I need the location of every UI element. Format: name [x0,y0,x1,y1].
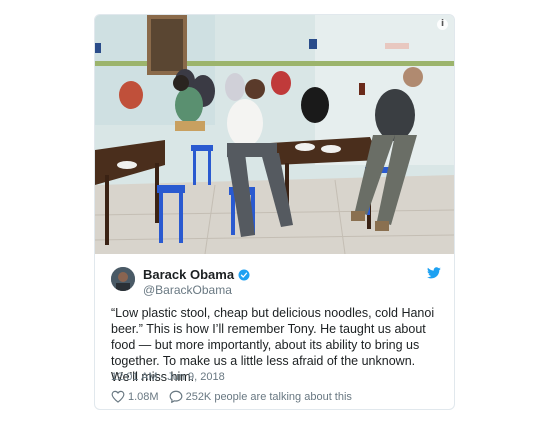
heart-icon [111,390,125,403]
tweet-header: Barack Obama @BarackObama [111,267,441,297]
author-name-row[interactable]: Barack Obama [143,267,250,282]
speech-bubble-icon [169,390,182,403]
twitter-bird-icon[interactable] [427,267,441,279]
tweet-actions: 1.08M 252K people are talking about this [111,390,362,403]
embedded-tweet-card[interactable]: i Barack Obama @BarackObama “Low plastic… [94,14,455,410]
talking-action[interactable]: 252K people are talking about this [169,390,352,403]
avatar[interactable] [111,267,135,291]
author-handle[interactable]: @BarackObama [143,283,232,297]
like-action[interactable]: 1.08M [111,390,159,403]
avatar-image [111,267,135,291]
restaurant-photo [95,15,454,254]
like-count: 1.08M [128,390,159,403]
verified-badge-icon [238,269,250,280]
info-icon[interactable]: i [437,19,448,30]
tweet-timestamp[interactable]: 12:01 AM - Jun 9, 2018 [111,371,225,383]
tweet-photo[interactable]: i [95,15,454,254]
author-name[interactable]: Barack Obama [143,267,234,282]
talking-count: 252K people are talking about this [185,390,352,403]
